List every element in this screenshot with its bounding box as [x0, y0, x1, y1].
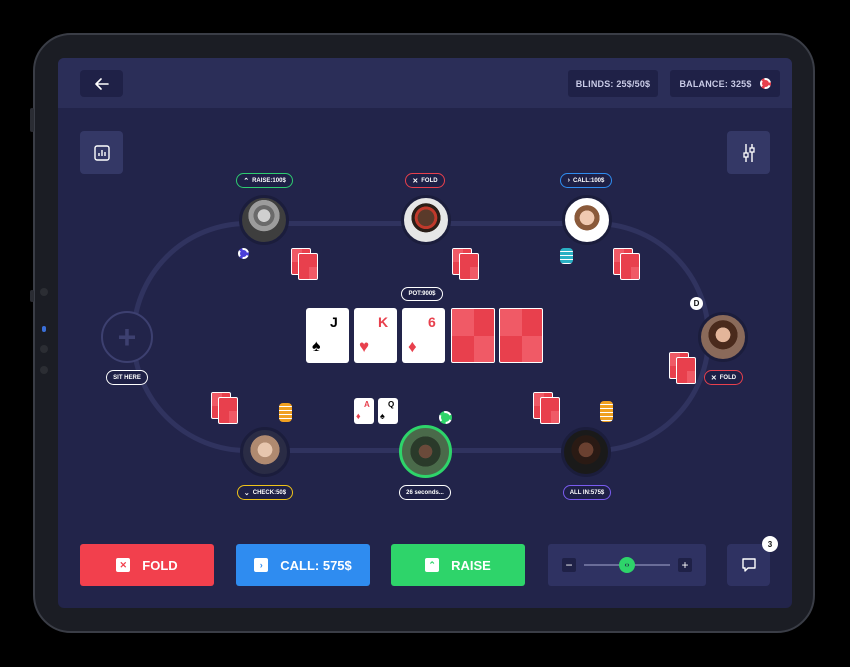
settings-button[interactable] [727, 131, 770, 174]
player-avatar-active[interactable] [399, 425, 452, 478]
close-icon: ✕ [412, 177, 419, 185]
chevron-right-icon: › [567, 177, 570, 184]
card-rank: K [378, 314, 389, 330]
fold-label: FOLD [142, 557, 178, 573]
player-card-back [298, 253, 318, 280]
chevron-up-icon: ⌃ [425, 558, 440, 572]
card-rank: J [330, 314, 338, 330]
spade-icon: ♠ [380, 411, 385, 421]
device-sensor [40, 345, 48, 353]
player-avatar[interactable] [401, 195, 451, 245]
raise-button[interactable]: ⌃ RAISE [391, 544, 525, 586]
player-avatar[interactable] [698, 312, 748, 362]
card-rank: Q [388, 400, 395, 409]
timer-label: 26 seconds... [406, 489, 444, 496]
decrease-button[interactable]: − [562, 558, 576, 572]
heart-icon: ♥ [359, 337, 370, 356]
chat-bubble-icon [741, 558, 756, 572]
blinds-display: BLINDS: 25$/50$ [568, 70, 658, 97]
community-card: J ♠ [306, 308, 349, 363]
tag-label: FOLD [719, 374, 737, 381]
diamond-icon: ♦ [408, 337, 417, 356]
tag-label: CHECK:50$ [252, 489, 287, 496]
sit-here-button[interactable]: SIT HERE [106, 370, 148, 385]
chat-button[interactable] [727, 544, 770, 586]
player-action-tag: ⌄ CHECK:50$ [237, 485, 293, 500]
player-card-back [676, 357, 696, 384]
player-card-back [540, 397, 560, 424]
tag-label: RAISE:100$ [252, 177, 286, 184]
chevron-up-icon: ⌃ [243, 177, 250, 185]
plus-icon: + [117, 319, 137, 355]
tag-label: ALL IN:575$ [569, 489, 605, 496]
stats-button[interactable] [80, 131, 123, 174]
community-card: K ♥ [354, 308, 397, 363]
back-button[interactable] [80, 70, 123, 97]
card-rank: 6 [428, 314, 436, 330]
game-screen: BLINDS: 25$/50$ BALANCE: 325$ POT:900$ J… [58, 58, 792, 608]
balance-display: BALANCE: 325$ [670, 70, 780, 97]
card-rank: A [364, 400, 370, 409]
community-card: 6 ♦ [402, 308, 445, 363]
increase-button[interactable]: + [678, 558, 692, 572]
device-sensor [40, 366, 48, 374]
player-avatar[interactable] [240, 427, 290, 477]
player-action-tag: ✕ FOLD [704, 370, 743, 385]
chip-icon [439, 411, 452, 424]
hole-card: Q ♠ [378, 398, 398, 424]
player-action-tag: ⌃ RAISE:100$ [236, 173, 293, 188]
player-card-back [620, 253, 640, 280]
close-icon: ✕ [116, 558, 131, 572]
player-action-tag: ✕ FOLD [405, 173, 445, 188]
close-icon: ✕ [710, 374, 717, 382]
device-camera [40, 288, 48, 296]
fold-button[interactable]: ✕ FOLD [80, 544, 214, 586]
chip-stack-icon [600, 401, 613, 422]
turn-timer: 26 seconds... [399, 485, 451, 500]
blinds-label: BLINDS: 25$/50$ [575, 78, 651, 89]
chat-badge: 3 [762, 536, 778, 552]
player-avatar[interactable] [561, 427, 611, 477]
call-label: CALL: 575$ [280, 557, 352, 573]
chart-icon [93, 144, 110, 161]
card-back [499, 308, 543, 363]
chip-icon [759, 78, 771, 89]
slider-handle[interactable]: ‹› [619, 557, 635, 573]
tag-label: FOLD [421, 177, 438, 184]
device-side-button [30, 108, 34, 132]
player-card-back [459, 253, 479, 280]
player-avatar[interactable] [562, 195, 612, 245]
diamond-icon: ♦ [356, 411, 361, 421]
arrow-left-icon [94, 77, 109, 90]
spade-icon: ♠ [312, 338, 321, 355]
dealer-button: D [690, 297, 703, 310]
player-avatar[interactable] [239, 195, 289, 245]
sit-here-label: SIT HERE [113, 374, 141, 381]
hole-card: A ♦ [354, 398, 374, 424]
call-button[interactable]: › CALL: 575$ [236, 544, 370, 586]
device-side-button [30, 290, 34, 302]
card-back [451, 308, 495, 363]
chip-icon [238, 248, 249, 259]
raise-amount-slider: − ‹› + [548, 544, 706, 586]
drag-arrows-icon: ‹› [624, 561, 630, 569]
tag-label: CALL:100$ [573, 177, 605, 184]
chip-stack-icon [279, 403, 292, 422]
raise-label: RAISE [451, 557, 491, 573]
player-action-tag: ALL IN:575$ [563, 485, 611, 500]
pot-tag: POT:900$ [401, 287, 443, 301]
player-card-back [218, 397, 238, 424]
chevron-right-icon: › [254, 558, 269, 572]
sliders-icon [742, 143, 755, 162]
balance-label: BALANCE: 325$ [679, 78, 752, 89]
device-indicator [42, 326, 46, 332]
pot-label: POT:900$ [408, 291, 436, 297]
chevron-down-icon: ⌄ [243, 489, 250, 497]
chip-stack-icon [560, 248, 573, 264]
empty-seat[interactable]: + [101, 311, 153, 363]
player-action-tag: › CALL:100$ [560, 173, 612, 188]
